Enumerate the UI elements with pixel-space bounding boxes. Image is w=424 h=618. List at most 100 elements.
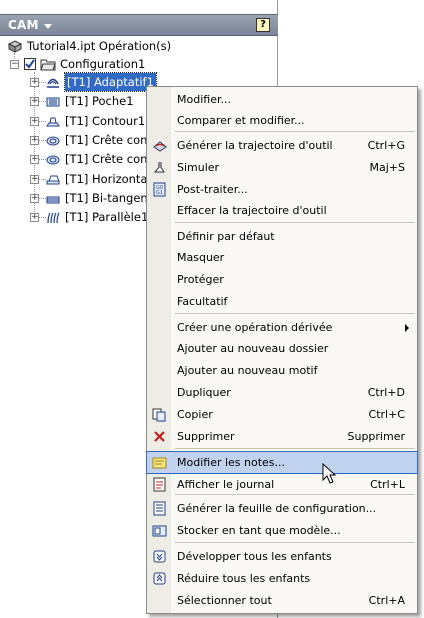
scallop-icon xyxy=(46,155,60,165)
mouse-cursor-icon xyxy=(322,463,336,484)
menu-item-label: Générer la feuille de configuration... xyxy=(177,502,377,515)
post-process-icon: G0G1 xyxy=(153,182,166,197)
menu-item-label: Stocker en tant que modèle... xyxy=(177,524,341,537)
menu-item-shortcut: Ctrl+L xyxy=(370,478,405,491)
menu-item[interactable]: Masquer xyxy=(147,247,417,268)
expand-icon[interactable]: + xyxy=(30,155,39,164)
parallel-icon xyxy=(47,212,60,224)
generate-icon xyxy=(153,141,167,152)
menu-item[interactable]: Générer la feuille de configuration... xyxy=(147,498,417,519)
submenu-arrow-icon xyxy=(405,324,409,332)
operation-label: [T1] Bi-tangent xyxy=(65,191,153,205)
menu-item[interactable]: Définir par défaut xyxy=(147,226,417,247)
menu-item-label: Masquer xyxy=(177,251,225,264)
menu-item-shortcut: Ctrl+C xyxy=(368,408,405,421)
menu-item-label: Protéger xyxy=(177,273,224,286)
log-icon xyxy=(153,477,166,492)
expand-icon[interactable]: + xyxy=(30,194,39,203)
operation-label: [T1] Poche1 xyxy=(65,94,134,108)
menu-item[interactable]: Stocker en tant que modèle... xyxy=(147,520,417,541)
menu-item[interactable]: Protéger xyxy=(147,269,417,290)
menu-item-label: Réduire tous les enfants xyxy=(177,572,311,585)
help-icon[interactable]: ? xyxy=(256,18,270,32)
operation-label: [T1] Parallèle1 xyxy=(65,210,149,224)
menu-item[interactable]: Modifier les notes... xyxy=(146,451,418,474)
expand-icon[interactable]: + xyxy=(30,78,39,87)
menu-item-label: Simuler xyxy=(177,161,220,174)
menu-item[interactable]: Comparer et modifier... xyxy=(147,110,417,131)
menu-item[interactable]: Dupliquer Ctrl+D xyxy=(147,382,417,403)
menu-item-label: Modifier les notes... xyxy=(177,456,286,469)
expand-icon[interactable]: + xyxy=(30,97,39,106)
menu-item[interactable]: Ajouter au nouveau motif xyxy=(147,360,417,381)
menu-item-label: Copier xyxy=(177,408,213,421)
context-menu: Modifier... Comparer et modifier... Génére… xyxy=(146,86,418,614)
template-icon xyxy=(152,525,167,537)
menu-separator xyxy=(175,448,415,449)
menu-item-shortcut: Ctrl+A xyxy=(368,594,405,607)
menu-item-shortcut: Supprimer xyxy=(347,430,405,443)
panel-header[interactable]: CAM ? xyxy=(0,14,278,36)
notes-icon xyxy=(152,457,167,469)
expand-icon[interactable]: + xyxy=(30,117,39,126)
tree-setup[interactable]: − Configuration1 xyxy=(0,55,278,73)
menu-item[interactable]: Modifier... xyxy=(147,89,417,110)
menu-item[interactable]: Réduire tous les enfants xyxy=(147,568,417,589)
bitangent-icon xyxy=(46,196,60,204)
scallop-icon xyxy=(46,136,60,146)
tree-root[interactable]: Tutorial4.ipt Opération(s) xyxy=(0,37,278,55)
menu-item[interactable]: Supprimer Supprimer xyxy=(147,426,417,447)
menu-item[interactable]: Copier Ctrl+C xyxy=(147,404,417,425)
expand-all-icon xyxy=(153,550,166,563)
menu-item[interactable]: Développer tous les enfants xyxy=(147,546,417,567)
menu-item[interactable]: Afficher le journal Ctrl+L xyxy=(147,474,417,495)
menu-item-label: Modifier... xyxy=(177,93,231,106)
adaptive-icon xyxy=(47,78,59,88)
menu-item-label: Facultatif xyxy=(177,295,228,308)
menu-item-shortcut: Ctrl+G xyxy=(367,139,405,152)
menu-item-label: Ajouter au nouveau motif xyxy=(177,364,318,377)
menu-separator xyxy=(175,131,415,132)
part-icon xyxy=(7,40,23,53)
pocket-icon xyxy=(46,97,60,107)
simulate-icon xyxy=(153,162,165,173)
menu-item-label: Dupliquer xyxy=(177,386,231,399)
menu-item[interactable]: Créer une opération dérivée xyxy=(147,317,417,338)
menu-separator xyxy=(175,313,415,314)
menu-item[interactable]: G0 G1 Post-traiter... xyxy=(147,179,417,200)
menu-item[interactable]: Simuler Maj+S xyxy=(147,157,417,178)
menu-item[interactable]: Ajouter au nouveau dossier xyxy=(147,338,417,359)
menu-item-label: Comparer et modifier... xyxy=(177,114,305,127)
root-label: Tutorial4.ipt Opération(s) xyxy=(27,39,172,53)
operation-label: [T1] Crête cons xyxy=(65,152,154,166)
menu-item[interactable]: Facultatif xyxy=(147,291,417,312)
setup-folder-icon xyxy=(40,59,56,71)
menu-item[interactable]: Effacer la trajectoire d'outil xyxy=(147,200,417,221)
setup-sheet-icon xyxy=(153,501,166,516)
menu-item[interactable]: Générer la trajectoire d'outil Ctrl+G xyxy=(147,135,417,156)
menu-item-label: Développer tous les enfants xyxy=(177,550,332,563)
checkmark-icon xyxy=(25,59,35,69)
menu-item-label: Définir par défaut xyxy=(177,230,275,243)
menu-item-label: Ajouter au nouveau dossier xyxy=(177,342,329,355)
operation-label: [T1] Crête cons xyxy=(65,133,154,147)
dropdown-arrow-icon[interactable] xyxy=(44,24,52,29)
menu-separator xyxy=(175,222,415,223)
expand-icon[interactable]: + xyxy=(30,136,39,145)
menu-item-label: Afficher le journal xyxy=(177,478,275,491)
expand-icon[interactable]: + xyxy=(30,175,39,184)
checkbox[interactable] xyxy=(24,58,36,70)
menu-separator xyxy=(175,542,415,543)
operation-label: [T1] Horizontal xyxy=(65,172,151,186)
menu-item-shortcut: Maj+S xyxy=(369,161,406,174)
expand-icon[interactable]: + xyxy=(30,213,39,222)
menu-item-label: Effacer la trajectoire d'outil xyxy=(177,204,327,217)
setup-label: Configuration1 xyxy=(60,57,146,71)
menu-item[interactable]: Sélectionner tout Ctrl+A xyxy=(147,590,417,611)
horizontal-icon xyxy=(46,175,60,185)
menu-item-label: Sélectionner tout xyxy=(177,594,272,607)
svg-text:G1: G1 xyxy=(156,190,163,196)
panel-title[interactable]: CAM xyxy=(8,18,39,32)
operation-label: [T1] Contour1 xyxy=(65,114,146,128)
collapse-icon[interactable]: − xyxy=(10,60,19,69)
